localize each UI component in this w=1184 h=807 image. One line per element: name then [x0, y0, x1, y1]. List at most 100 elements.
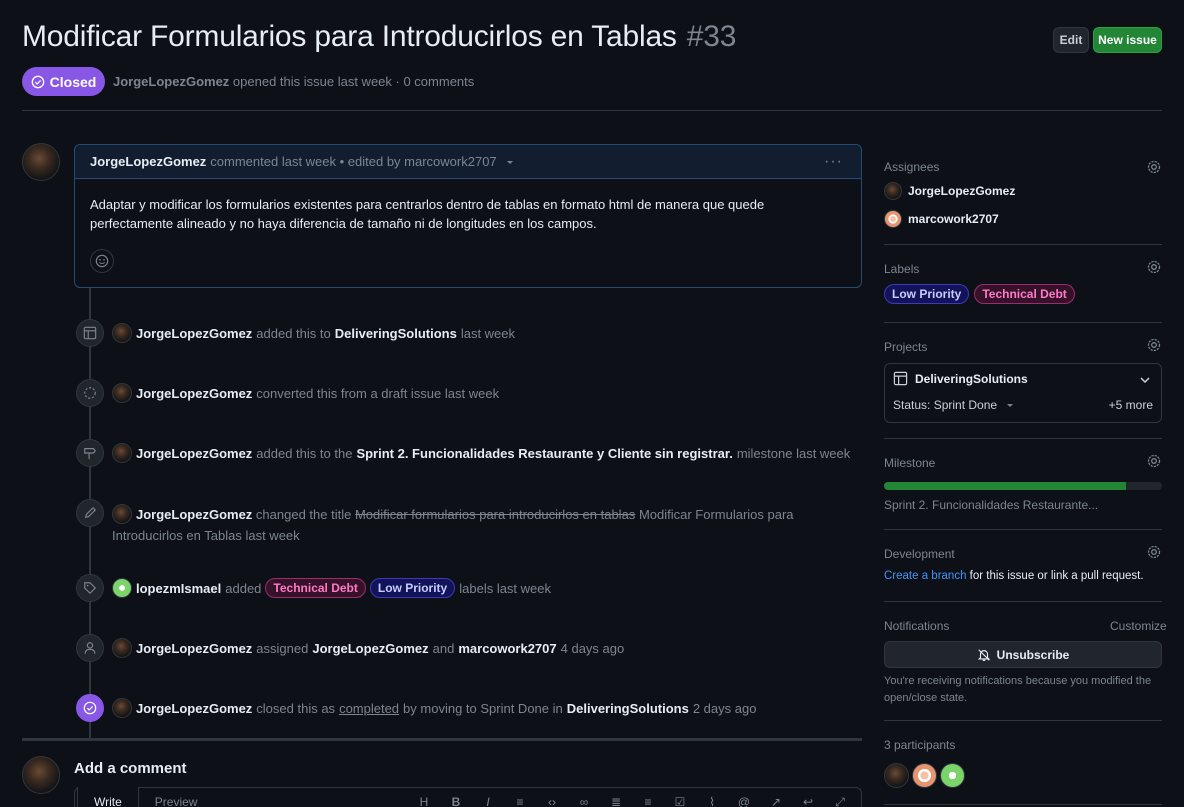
- milestone-link[interactable]: Sprint 2. Funcionalidades Restaurante...: [884, 498, 1098, 512]
- avatar[interactable]: [884, 763, 909, 788]
- caret-down-icon[interactable]: [505, 157, 515, 167]
- notifications-title: Notifications: [884, 619, 950, 633]
- avatar[interactable]: [112, 443, 132, 463]
- expand-icon[interactable]: ⤢: [833, 795, 847, 807]
- ordered-list-icon[interactable]: ≣: [609, 795, 623, 807]
- edit-button[interactable]: Edit: [1053, 27, 1089, 53]
- avatar[interactable]: [112, 698, 132, 718]
- project-title-row[interactable]: DeliveringSolutions: [893, 371, 1028, 386]
- project-more[interactable]: +5 more: [1109, 398, 1153, 412]
- code-icon[interactable]: ‹›: [545, 795, 559, 807]
- link-icon[interactable]: ∞: [577, 795, 591, 807]
- mention-icon[interactable]: @: [737, 795, 751, 807]
- avatar[interactable]: [112, 638, 132, 658]
- issue-meta: JorgeLopezGomez opened this issue last w…: [113, 74, 474, 89]
- milestone-icon: [76, 439, 104, 467]
- actor-link[interactable]: JorgeLopezGomez: [136, 386, 252, 401]
- label-low-priority[interactable]: Low Priority: [369, 578, 456, 598]
- project-status-field[interactable]: Status: Sprint Done: [893, 398, 1015, 412]
- assignee-item[interactable]: marcowork2707: [884, 210, 999, 228]
- development-info: for this issue or link a pull request.: [969, 570, 1144, 582]
- unsubscribe-button[interactable]: Unsubscribe: [884, 641, 1162, 668]
- table-icon: [893, 371, 908, 386]
- old-title: Modificar formularios para introducirlos…: [354, 507, 636, 522]
- customize-link[interactable]: Customize: [1110, 619, 1167, 633]
- event-time: last week: [460, 325, 516, 341]
- editor-tabs: Write Preview H B I ≡ ‹› ∞ ≣ ≡ ☑ ⌇ @ ↗ ↩…: [74, 787, 862, 807]
- task-list-icon[interactable]: ☑: [673, 795, 687, 807]
- comment-author-link[interactable]: JorgeLopezGomez: [90, 154, 206, 169]
- notifications-info: You're receiving notifications because y…: [884, 673, 1164, 707]
- avatar[interactable]: [912, 763, 937, 788]
- avatar[interactable]: [112, 578, 132, 598]
- assignee-link[interactable]: JorgeLopezGomez: [312, 641, 428, 656]
- timeline-item: JorgeLopezGomez assigned JorgeLopezGomez…: [76, 634, 866, 662]
- chevron-down-icon[interactable]: [1139, 374, 1151, 386]
- caret-down-icon: [1007, 404, 1014, 407]
- italic-icon[interactable]: I: [481, 795, 495, 807]
- add-reaction-button[interactable]: [90, 249, 114, 273]
- milestone-progress-fill: [884, 482, 1126, 490]
- gear-icon[interactable]: [1146, 159, 1162, 175]
- person-icon: [76, 634, 104, 662]
- notifications-text: You're receiving notifications because y…: [884, 675, 1152, 687]
- actor-link[interactable]: lopezmIsmael: [136, 581, 221, 596]
- completed-link[interactable]: completed: [339, 701, 399, 716]
- assignee-link[interactable]: marcowork2707: [458, 641, 556, 656]
- labels-list: Low Priority Technical Debt: [884, 284, 1075, 304]
- project-card: DeliveringSolutions Status: Sprint Done …: [884, 363, 1162, 423]
- milestone-progress: [884, 482, 1162, 490]
- timeline-item: JorgeLopezGomez added this to Delivering…: [76, 319, 866, 347]
- timeline-item: JorgeLopezGomez closed this as completed…: [76, 694, 866, 722]
- issue-comment: JorgeLopezGomez commented last week • ed…: [74, 144, 862, 288]
- label-technical-debt[interactable]: Technical Debt: [265, 578, 366, 598]
- attach-icon[interactable]: ⌇: [705, 795, 719, 807]
- sidebar-divider: [884, 438, 1162, 439]
- gear-icon[interactable]: [1146, 337, 1162, 353]
- event-text: and: [432, 640, 455, 656]
- gear-icon[interactable]: [1146, 453, 1162, 469]
- status-badge: Closed: [22, 67, 105, 96]
- check-circle-icon: [31, 75, 44, 88]
- avatar[interactable]: [112, 323, 132, 343]
- actor-link[interactable]: JorgeLopezGomez: [136, 446, 252, 461]
- new-issue-button[interactable]: New issue: [1093, 27, 1162, 53]
- milestone-link[interactable]: Sprint 2. Funcionalidades Restaurante y …: [356, 446, 732, 461]
- notifications-text-2: open/close state.: [884, 692, 968, 704]
- bold-icon[interactable]: B: [449, 795, 463, 807]
- avatar[interactable]: [112, 504, 132, 524]
- issue-author-link[interactable]: JorgeLopezGomez: [113, 74, 229, 89]
- label-low-priority[interactable]: Low Priority: [884, 284, 970, 304]
- gear-icon[interactable]: [1146, 544, 1162, 560]
- project-link[interactable]: DeliveringSolutions: [567, 701, 689, 716]
- actor-link[interactable]: JorgeLopezGomez: [136, 701, 252, 716]
- avatar[interactable]: [112, 383, 132, 403]
- kebab-menu-icon[interactable]: ···: [824, 153, 843, 171]
- quote-icon[interactable]: ≡: [513, 795, 527, 807]
- event-text: added this to the: [256, 445, 353, 461]
- avatar[interactable]: [22, 143, 60, 181]
- actor-link[interactable]: JorgeLopezGomez: [136, 641, 252, 656]
- tab-write[interactable]: Write: [77, 787, 139, 807]
- table-icon: [76, 319, 104, 347]
- avatar[interactable]: [940, 763, 965, 788]
- tag-icon: [76, 574, 104, 602]
- create-branch-link[interactable]: Create a branch: [884, 570, 966, 582]
- assignee-item[interactable]: JorgeLopezGomez: [884, 182, 1015, 200]
- reply-icon[interactable]: ↩: [801, 795, 815, 807]
- bell-slash-icon: [977, 648, 990, 661]
- label-technical-debt[interactable]: Technical Debt: [974, 284, 1075, 304]
- unordered-list-icon[interactable]: ≡: [641, 795, 655, 807]
- milestone-title: Milestone: [884, 456, 936, 470]
- event-text: changed the title: [255, 507, 352, 522]
- gear-icon[interactable]: [1146, 259, 1162, 275]
- project-link[interactable]: DeliveringSolutions: [335, 326, 457, 341]
- status-label: Closed: [49, 73, 97, 90]
- comment-body: Adaptar y modificar los formularios exis…: [90, 197, 765, 231]
- heading-icon[interactable]: H: [417, 795, 431, 807]
- cross-reference-icon[interactable]: ↗: [769, 795, 783, 807]
- actor-link[interactable]: JorgeLopezGomez: [136, 507, 252, 522]
- actor-link[interactable]: JorgeLopezGomez: [136, 326, 252, 341]
- tab-preview[interactable]: Preview: [139, 787, 214, 807]
- timeline-item: JorgeLopezGomez added this to the Sprint…: [76, 439, 866, 467]
